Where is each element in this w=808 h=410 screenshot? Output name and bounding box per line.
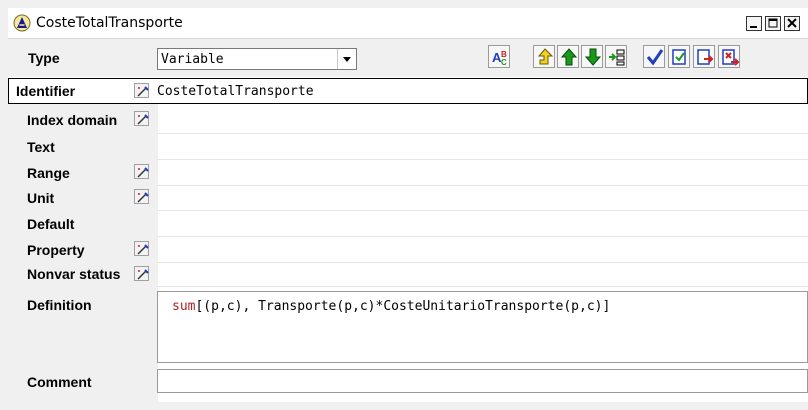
- chevron-down-icon[interactable]: [337, 49, 356, 69]
- field-divider: [157, 210, 808, 211]
- field-divider: [157, 133, 808, 134]
- type-label: Type: [28, 50, 60, 66]
- check-icon[interactable]: [643, 45, 665, 68]
- definition-body: [(p,c), Transporte(p,c)*CosteUnitarioTra…: [195, 299, 611, 314]
- field-divider: [157, 262, 808, 263]
- field-divider: [157, 185, 808, 186]
- comment-label: Comment: [27, 374, 92, 390]
- move-up-icon[interactable]: [557, 45, 579, 68]
- attribute-window: CosteTotalTransporte Type Variable ABC I…: [0, 0, 808, 410]
- discard-close-icon[interactable]: [718, 45, 740, 68]
- wizard-icon[interactable]: [134, 241, 149, 256]
- unit-label: Unit: [27, 190, 55, 206]
- insert-icon[interactable]: [605, 45, 627, 68]
- index-domain-label: Index domain: [27, 112, 118, 128]
- move-down-icon[interactable]: [581, 45, 603, 68]
- default-label: Default: [27, 216, 75, 232]
- type-select[interactable]: Variable: [157, 48, 357, 70]
- comment-field[interactable]: [157, 369, 808, 393]
- identifier-row[interactable]: [8, 78, 808, 104]
- text-label: Text: [27, 139, 55, 155]
- nonvar-status-label: Nonvar status: [27, 266, 121, 282]
- definition-keyword: sum: [172, 299, 196, 314]
- definition-field[interactable]: sum[(p,c), Transporte(p,c)*CosteUnitario…: [157, 291, 808, 363]
- attribute-font-icon[interactable]: ABC: [488, 45, 510, 68]
- wizard-icon[interactable]: [134, 189, 149, 204]
- commit-icon[interactable]: [668, 45, 690, 68]
- minimize-icon[interactable]: [746, 16, 762, 31]
- range-label: Range: [27, 165, 70, 181]
- identifier-field[interactable]: CosteTotalTransporte: [157, 84, 314, 99]
- svg-text:C: C: [501, 58, 507, 67]
- wizard-icon[interactable]: [134, 111, 149, 126]
- definition-expression: sum[(p,c), Transporte(p,c)*CosteUnitario…: [172, 299, 610, 314]
- title-bar[interactable]: CosteTotalTransporte: [8, 8, 808, 39]
- type-select-value: Variable: [161, 52, 224, 67]
- field-divider: [157, 159, 808, 160]
- commit-close-icon[interactable]: [693, 45, 715, 68]
- up-folder-icon[interactable]: [533, 45, 555, 68]
- identifier-label: Identifier: [16, 83, 76, 99]
- wizard-icon[interactable]: [134, 266, 149, 281]
- wizard-icon[interactable]: [134, 83, 149, 98]
- aimms-app-icon: [13, 14, 31, 32]
- definition-label: Definition: [27, 297, 92, 313]
- property-label: Property: [27, 242, 85, 258]
- window-title: CosteTotalTransporte: [36, 15, 183, 31]
- maximize-icon[interactable]: [765, 16, 781, 31]
- field-divider: [157, 286, 808, 287]
- field-divider: [157, 236, 808, 237]
- close-icon[interactable]: [784, 16, 800, 31]
- wizard-icon[interactable]: [134, 164, 149, 179]
